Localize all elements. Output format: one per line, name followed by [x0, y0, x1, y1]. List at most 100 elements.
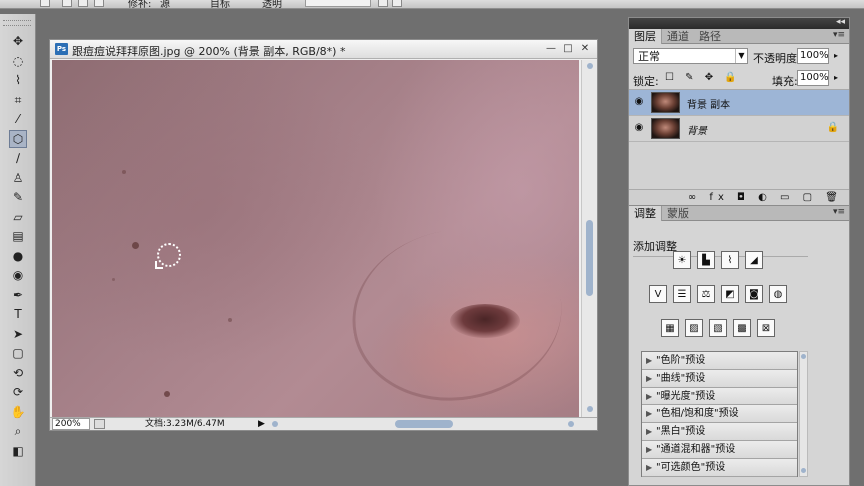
- expand-triangle-icon[interactable]: ▶: [646, 441, 656, 458]
- expand-triangle-icon[interactable]: ▶: [646, 405, 656, 422]
- destination-radio[interactable]: 目标: [210, 0, 230, 8]
- expand-triangle-icon[interactable]: ▶: [646, 388, 656, 405]
- brush-icon[interactable]: ∕: [9, 149, 27, 167]
- tab-channels[interactable]: 通道: [662, 29, 694, 44]
- add-selection-button[interactable]: [78, 0, 88, 7]
- scroll-up-cap[interactable]: [801, 354, 806, 359]
- use-pattern-button[interactable]: [305, 0, 371, 7]
- crop-icon[interactable]: ⌗: [9, 91, 27, 109]
- lasso-icon[interactable]: ◌: [9, 52, 27, 70]
- scroll-up-cap[interactable]: [587, 63, 593, 69]
- tab-layers[interactable]: 图层: [629, 29, 662, 44]
- eye-icon[interactable]: ◉: [632, 96, 646, 110]
- 3d-rotate-icon[interactable]: ⟲: [9, 364, 27, 382]
- patch-tool-icon[interactable]: ⬡: [9, 129, 27, 148]
- preset-item[interactable]: ▶ "可选颜色"预设: [642, 458, 797, 477]
- subtract-selection-button[interactable]: [94, 0, 104, 7]
- pattern-dropdown[interactable]: [392, 0, 402, 7]
- toolbox-grip[interactable]: [3, 20, 31, 26]
- fill-slider-arrow-icon[interactable]: ▸: [831, 70, 841, 86]
- preset-item[interactable]: ▶ "黑白"预设: [642, 423, 797, 441]
- presets-scrollbar[interactable]: [799, 351, 808, 477]
- zoom-icon[interactable]: ⌕: [9, 422, 27, 440]
- document-titlebar[interactable]: Ps 跟痘痘说拜拜原图.jpg @ 200% (背景 副本, RGB/8*) *…: [50, 40, 597, 59]
- scroll-left-cap[interactable]: [272, 421, 278, 427]
- expand-triangle-icon[interactable]: ▶: [646, 459, 656, 476]
- gradient-icon[interactable]: ▤: [9, 227, 27, 245]
- tab-adjustments[interactable]: 调整: [629, 206, 662, 221]
- fill-input[interactable]: 100%: [797, 70, 829, 86]
- preset-item[interactable]: ▶ "色阶"预设: [642, 352, 797, 370]
- eye-icon[interactable]: ◉: [632, 122, 646, 136]
- scroll-down-cap[interactable]: [801, 468, 806, 473]
- transparent-checkbox[interactable]: 透明: [262, 0, 282, 8]
- blur-icon[interactable]: ●: [9, 247, 27, 265]
- scroll-down-cap[interactable]: [587, 406, 593, 412]
- new-selection-button[interactable]: [62, 0, 72, 7]
- horizontal-scroll-thumb[interactable]: [395, 420, 453, 428]
- adjustment-row1-3-icon[interactable]: ◢: [745, 251, 763, 269]
- minimize-button[interactable]: —: [545, 43, 557, 55]
- chevron-down-icon[interactable]: ▼: [735, 49, 747, 63]
- dock-header[interactable]: ◂◂: [629, 17, 849, 29]
- dodge-icon[interactable]: ◉: [9, 266, 27, 284]
- adjustment-row3-1-icon[interactable]: ▨: [685, 319, 703, 337]
- tool-preset-button[interactable]: [40, 0, 50, 7]
- adjustment-row2-1-icon[interactable]: ☰: [673, 285, 691, 303]
- adjustment-row2-4-icon[interactable]: ◙: [745, 285, 763, 303]
- adjustment-row3-0-icon[interactable]: ▦: [661, 319, 679, 337]
- panel-menu-icon[interactable]: ▾≡: [833, 207, 845, 217]
- path-select-icon[interactable]: ➤: [9, 325, 27, 343]
- panel-menu-icon[interactable]: ▾≡: [833, 30, 845, 40]
- quick-select-icon[interactable]: ⌇: [9, 71, 27, 89]
- adjustment-row2-0-icon[interactable]: V: [649, 285, 667, 303]
- adjustment-row2-5-icon[interactable]: ◍: [769, 285, 787, 303]
- lock-options-icons[interactable]: ☐ ✎ ✥ 🔒: [665, 72, 741, 83]
- hand-icon[interactable]: ✋: [9, 403, 27, 421]
- history-brush-icon[interactable]: ✎: [9, 188, 27, 206]
- maximize-button[interactable]: □: [562, 43, 574, 55]
- close-button[interactable]: ✕: [579, 43, 591, 55]
- status-info-icon[interactable]: [94, 419, 105, 429]
- source-radio[interactable]: 源: [160, 0, 170, 8]
- preset-item[interactable]: ▶ "色相/饱和度"预设: [642, 405, 797, 424]
- clone-stamp-icon[interactable]: ♙: [9, 169, 27, 187]
- preset-item[interactable]: ▶ "曝光度"预设: [642, 387, 797, 406]
- vertical-scrollbar[interactable]: [581, 60, 597, 417]
- color-swatch-icon[interactable]: ◧: [9, 442, 27, 460]
- expand-triangle-icon[interactable]: ▶: [646, 370, 656, 387]
- adjustment-row2-3-icon[interactable]: ◩: [721, 285, 739, 303]
- collapse-dock-icon[interactable]: ◂◂: [836, 17, 845, 27]
- adjustment-row1-0-icon[interactable]: ☀: [673, 251, 691, 269]
- status-menu-arrow-icon[interactable]: ▶: [258, 418, 265, 430]
- blend-mode-select[interactable]: 正常 ▼: [633, 48, 748, 64]
- scroll-right-cap[interactable]: [568, 421, 574, 427]
- adjustment-row3-2-icon[interactable]: ▧: [709, 319, 727, 337]
- adjustment-row3-3-icon[interactable]: ▩: [733, 319, 751, 337]
- vertical-scroll-thumb[interactable]: [586, 220, 593, 296]
- tab-masks[interactable]: 蒙版: [662, 206, 694, 221]
- adjustment-row3-4-icon[interactable]: ⊠: [757, 319, 775, 337]
- opacity-input[interactable]: 100%: [797, 48, 829, 64]
- eyedropper-icon[interactable]: ⁄: [9, 110, 27, 128]
- adjustment-row1-1-icon[interactable]: ▙: [697, 251, 715, 269]
- adjustment-row1-2-icon[interactable]: ⌇: [721, 251, 739, 269]
- pattern-swatch[interactable]: [378, 0, 388, 7]
- 3d-orbit-icon[interactable]: ⟳: [9, 383, 27, 401]
- layer-row-background[interactable]: ◉ 背景 🔒: [629, 116, 849, 142]
- eraser-icon[interactable]: ▱: [9, 208, 27, 226]
- tab-paths[interactable]: 路径: [694, 29, 726, 44]
- move-icon[interactable]: ✥: [9, 32, 27, 50]
- horizontal-scrollbar[interactable]: [270, 420, 580, 428]
- shape-icon[interactable]: ▢: [9, 344, 27, 362]
- image-canvas[interactable]: [52, 60, 579, 417]
- pen-icon[interactable]: ✒: [9, 286, 27, 304]
- adjustment-row2-2-icon[interactable]: ⚖: [697, 285, 715, 303]
- zoom-field[interactable]: 200%: [52, 418, 90, 430]
- type-icon[interactable]: T: [9, 305, 27, 323]
- expand-triangle-icon[interactable]: ▶: [646, 352, 656, 369]
- layers-footer[interactable]: ∞ fx ◘ ◐ ▭ ▢ 🗑: [629, 190, 849, 206]
- preset-item[interactable]: ▶ "通道混和器"预设: [642, 440, 797, 459]
- expand-triangle-icon[interactable]: ▶: [646, 423, 656, 440]
- preset-item[interactable]: ▶ "曲线"预设: [642, 369, 797, 388]
